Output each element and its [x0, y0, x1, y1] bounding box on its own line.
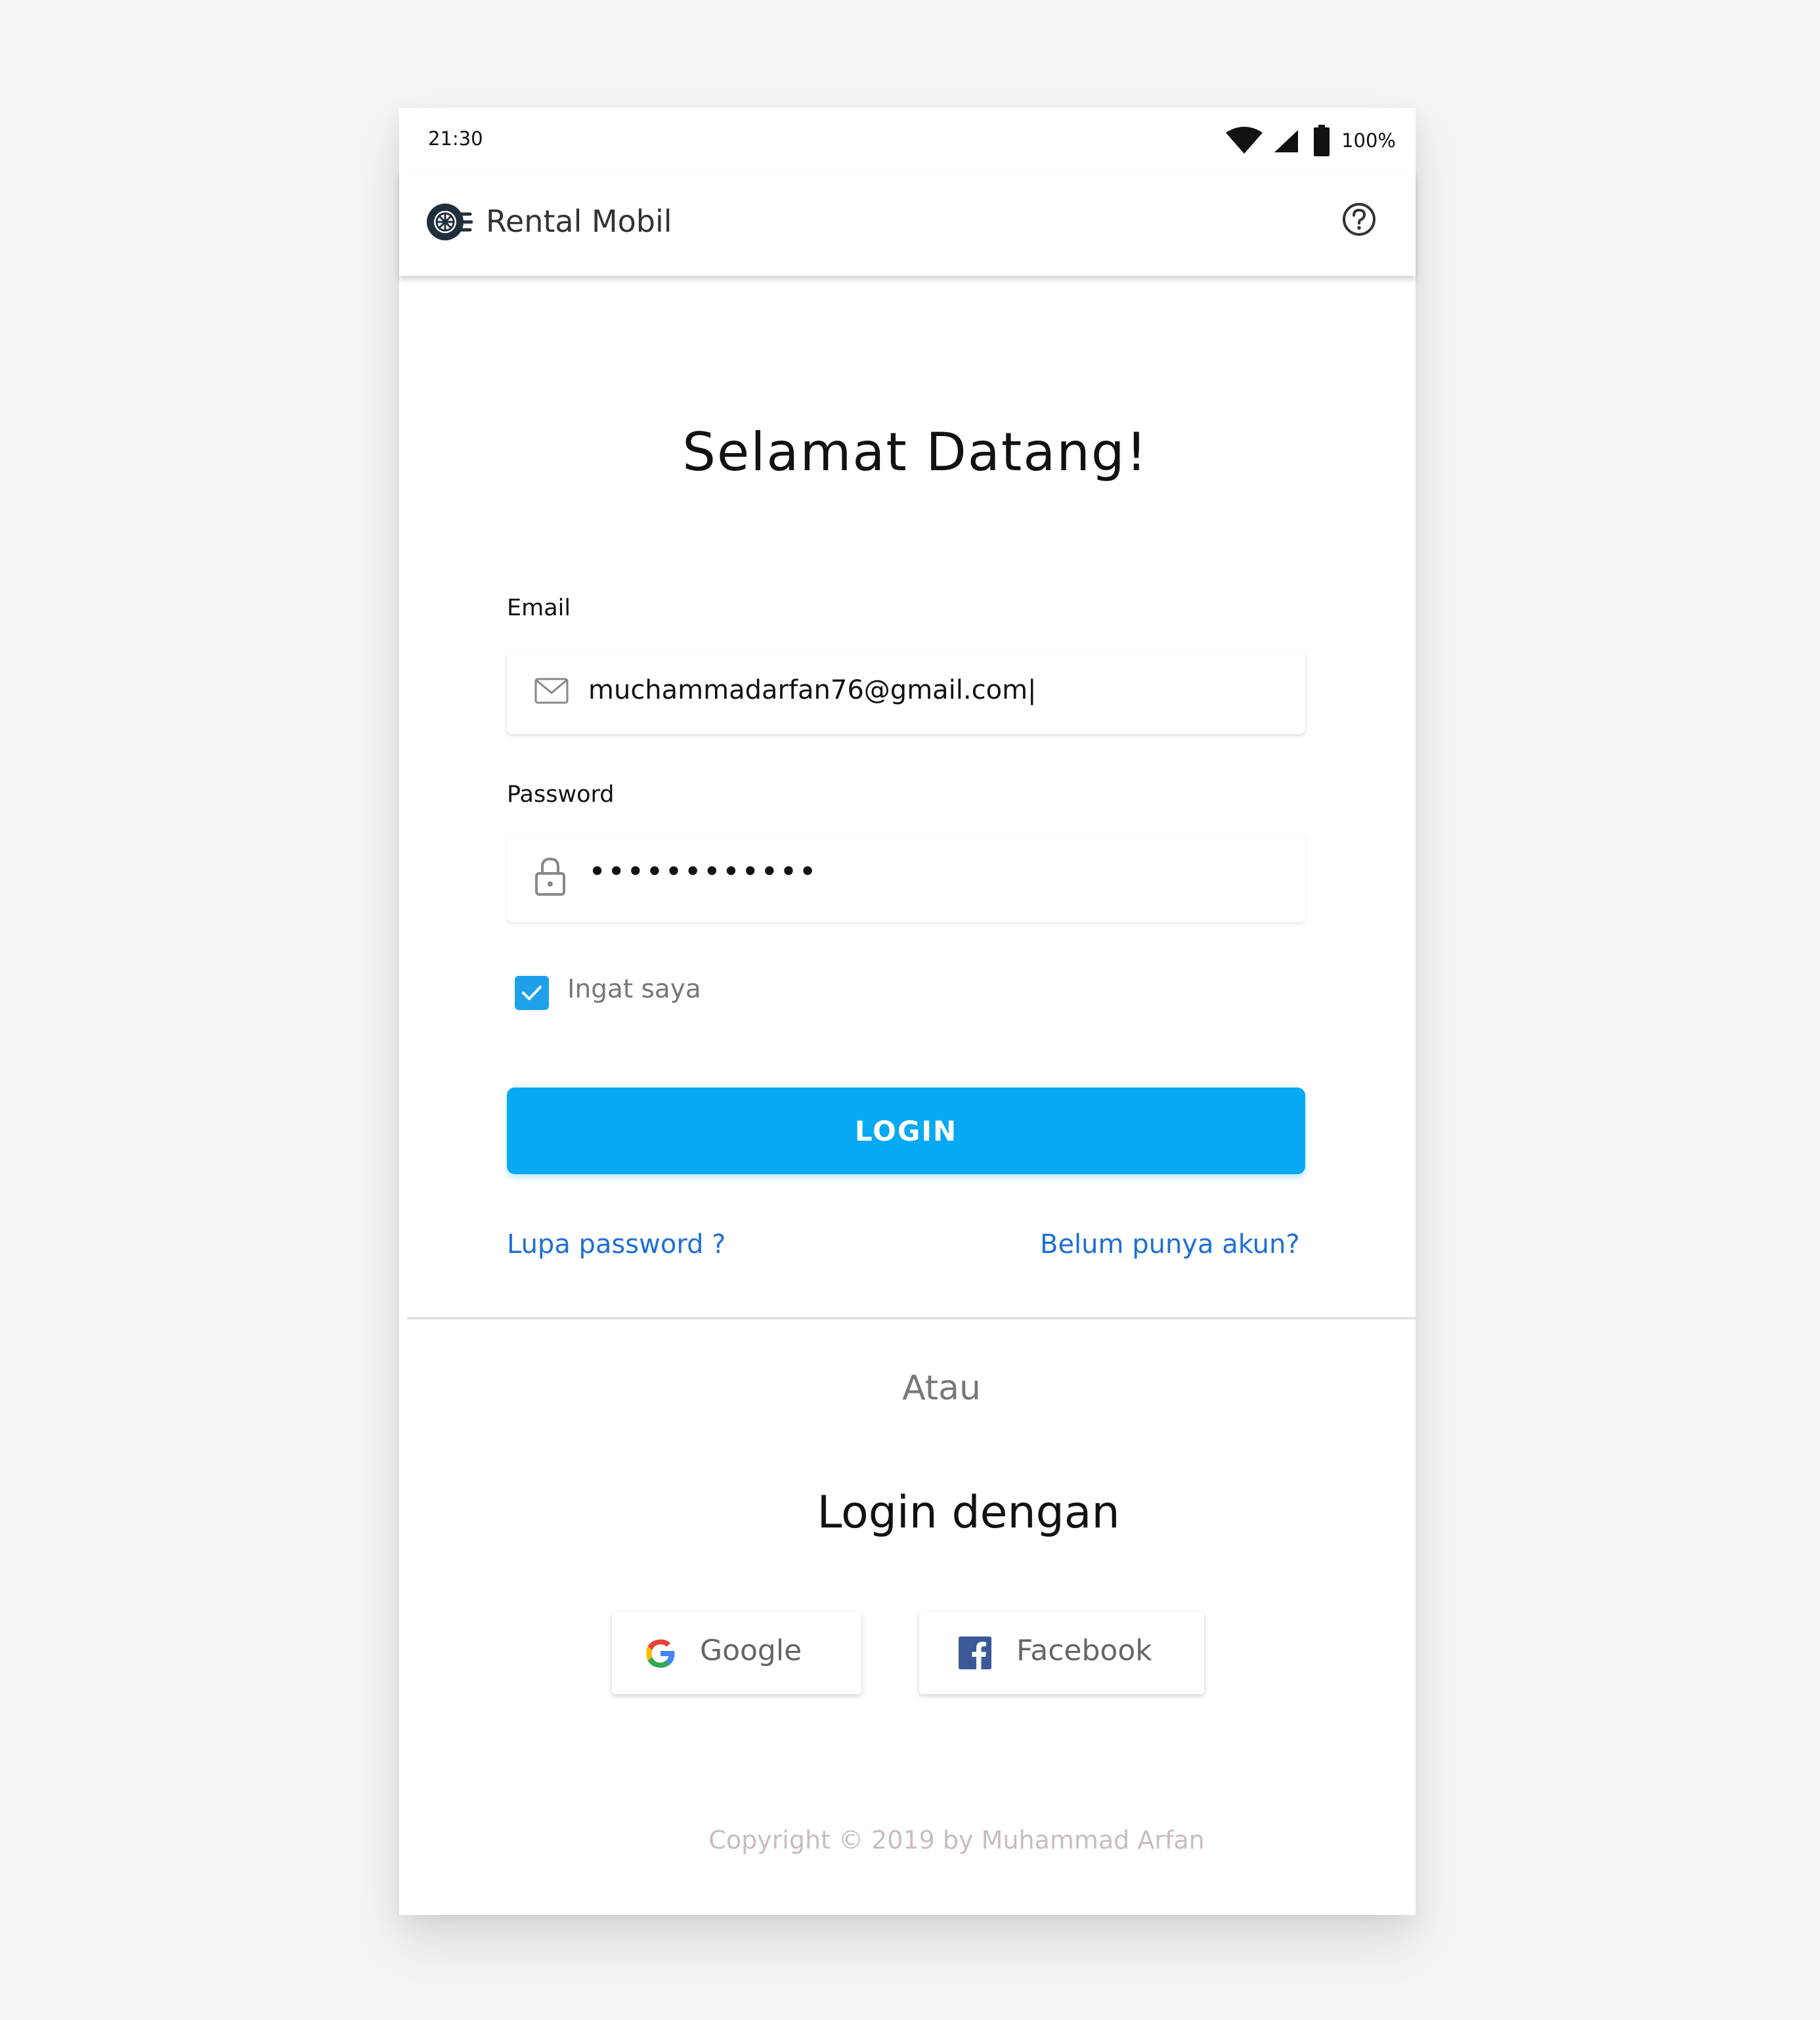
password-label: Password — [507, 781, 615, 808]
welcome-heading: Selamat Datang! — [682, 422, 1148, 483]
app-bar: Rental Mobil — [399, 171, 1416, 276]
google-label: Google — [700, 1634, 802, 1667]
facebook-icon — [959, 1636, 991, 1672]
google-icon — [643, 1636, 678, 1673]
help-circle-icon[interactable] — [1341, 201, 1377, 240]
forgot-password-link[interactable]: Lupa password ? — [507, 1229, 726, 1260]
lock-icon — [534, 856, 566, 900]
car-wheel-logo-icon — [425, 201, 473, 246]
copyright-text: Copyright © 2019 by Muhammad Arfan — [708, 1826, 1205, 1855]
register-link[interactable]: Belum punya akun? — [1040, 1229, 1300, 1260]
login-button[interactable]: LOGIN — [507, 1087, 1305, 1174]
app-title: Rental Mobil — [486, 204, 672, 239]
battery-percentage: 100% — [1341, 129, 1396, 152]
status-time: 21:30 — [428, 127, 483, 150]
email-field[interactable]: muchammadarfan76@gmail.com| — [507, 651, 1305, 734]
password-value: •••••••••••• — [588, 854, 818, 889]
facebook-label: Facebook — [1016, 1634, 1152, 1667]
email-value: muchammadarfan76@gmail.com| — [588, 675, 1037, 705]
checkmark-icon — [522, 986, 542, 1000]
divider — [407, 1317, 1416, 1319]
social-login-heading: Login dengan — [817, 1487, 1120, 1539]
google-login-button[interactable]: Google — [612, 1612, 861, 1694]
or-text: Atau — [902, 1369, 981, 1408]
wifi-icon — [1224, 126, 1264, 155]
password-field[interactable]: •••••••••••• — [507, 834, 1305, 922]
phone-screen: 21:30 100% Rental Mobil Selamat Datang! … — [399, 108, 1416, 1915]
email-label: Email — [507, 595, 571, 621]
battery-icon — [1314, 125, 1330, 156]
mail-icon — [534, 676, 569, 708]
status-icons: 100% — [1224, 125, 1396, 156]
remember-label[interactable]: Ingat saya — [567, 975, 701, 1004]
signal-icon — [1272, 126, 1301, 155]
facebook-login-button[interactable]: Facebook — [919, 1612, 1204, 1694]
remember-checkbox[interactable] — [515, 976, 549, 1010]
